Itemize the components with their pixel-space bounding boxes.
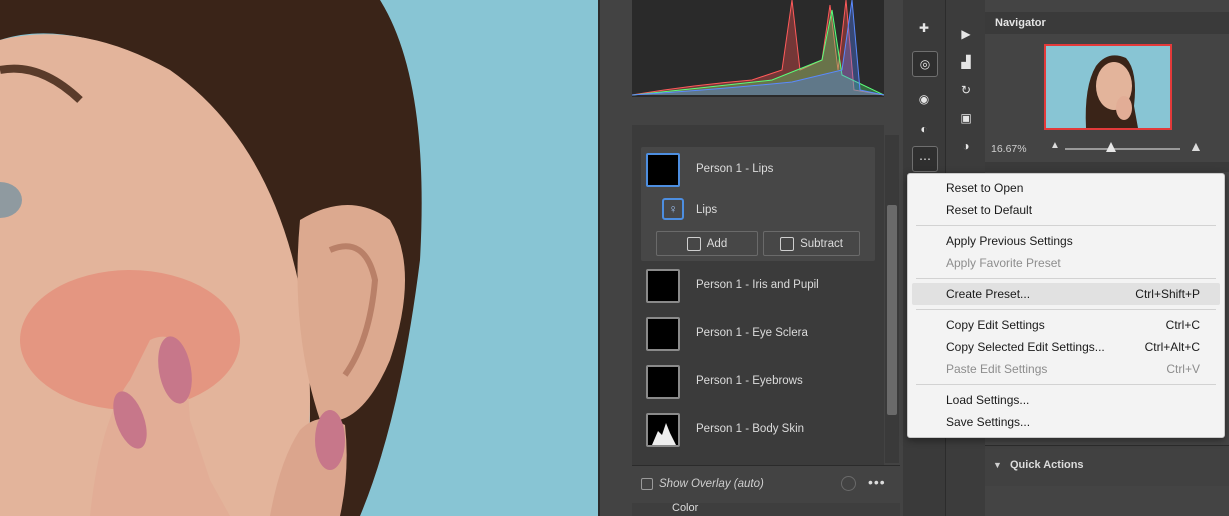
show-overlay-checkbox[interactable] — [641, 478, 653, 490]
mask-label: Person 1 - Eye Sclera — [696, 327, 808, 339]
menu-item-paste-edit-settings: Paste Edit Settings Ctrl+V — [946, 362, 1200, 376]
presets-icon[interactable]: ◐ — [912, 117, 936, 141]
zoom-slider-track[interactable] — [1065, 148, 1180, 150]
mask-thumbnail — [646, 365, 680, 399]
mask-row-eyebrows[interactable]: Person 1 - Eyebrows — [641, 362, 875, 406]
menu-separator — [916, 278, 1216, 279]
chevron-down-icon: ▼ — [993, 460, 1002, 470]
menu-item-apply-favorite: Apply Favorite Preset — [946, 256, 1061, 270]
masking-icon[interactable]: ◎ — [912, 51, 938, 77]
healing-brush-icon[interactable]: ✚ — [912, 16, 936, 40]
navigator-title: Navigator — [995, 17, 1046, 29]
navigator-preview — [1046, 46, 1170, 128]
panel-tabs — [985, 162, 1229, 172]
subtract-mask-icon — [780, 236, 795, 251]
navigator-header: Navigator — [985, 12, 1229, 34]
menu-separator — [916, 309, 1216, 310]
add-button[interactable]: Add — [656, 231, 758, 256]
mask-thumbnail — [646, 317, 680, 351]
mask-list-scrollbar[interactable] — [885, 135, 899, 463]
mask-row-iris[interactable]: Person 1 - Iris and Pupil — [641, 266, 875, 310]
zoom-level: 16.67% — [991, 143, 1027, 155]
body-skin-silhouette — [652, 423, 676, 445]
overlay-color-icon[interactable] — [841, 476, 856, 491]
menu-item-reset-to-open[interactable]: Reset to Open — [946, 178, 1200, 198]
histogram-footer — [632, 97, 884, 126]
mask-thumbnail — [646, 269, 680, 303]
history-icon[interactable]: ↻ — [954, 78, 978, 102]
menu-item-create-preset[interactable]: Create Preset... Ctrl+Shift+P — [946, 284, 1200, 304]
navigator-thumbnail[interactable] — [1044, 44, 1172, 130]
scrollbar-thumb[interactable] — [887, 205, 897, 415]
subtract-button[interactable]: Subtract — [763, 231, 860, 256]
portrait-photo — [0, 0, 598, 516]
histogram-icon[interactable]: ▟ — [954, 50, 978, 74]
snapshot-icon[interactable]: ▣ — [954, 106, 978, 130]
more-options-icon[interactable]: ⋯ — [912, 146, 938, 172]
color-section-header[interactable]: Color — [632, 502, 900, 516]
zoom-slider-handle[interactable] — [1106, 142, 1116, 152]
lips-component-icon[interactable]: ♀ — [662, 198, 684, 220]
histogram — [631, 0, 885, 97]
mask-label: Person 1 - Lips — [696, 163, 774, 175]
menu-item-copy-selected-edit-settings[interactable]: Copy Selected Edit Settings... Ctrl+Alt+C — [946, 337, 1200, 357]
red-eye-icon[interactable]: ◉ — [912, 87, 936, 111]
mask-row-sclera[interactable]: Person 1 - Eye Sclera — [641, 314, 875, 358]
menu-item-apply-previous[interactable]: Apply Previous Settings — [946, 231, 1200, 251]
adjustment-icon[interactable]: ◑ — [954, 134, 978, 158]
component-label: Lips — [696, 204, 718, 216]
mask-label: Person 1 - Body Skin — [696, 423, 805, 435]
play-icon[interactable]: ▶ — [954, 22, 978, 46]
zoom-in-icon[interactable]: ▲ — [1189, 138, 1203, 154]
menu-item-reset-to-default[interactable]: Reset to Default — [946, 200, 1200, 220]
mask-row-lips[interactable]: Person 1 - Lips — [641, 150, 875, 194]
mask-label: Person 1 - Iris and Pupil — [696, 279, 819, 291]
photo-canvas[interactable] — [0, 0, 598, 516]
mask-label: Person 1 - Eyebrows — [696, 375, 803, 387]
quick-actions-label: Quick Actions — [1010, 459, 1084, 471]
menu-separator — [916, 384, 1216, 385]
add-mask-icon — [686, 236, 701, 251]
histogram-graph — [631, 0, 885, 96]
show-overlay-label: Show Overlay (auto) — [659, 478, 764, 490]
menu-separator — [916, 225, 1216, 226]
menu-item-load-settings[interactable]: Load Settings... — [946, 390, 1200, 410]
context-menu: Reset to Open Reset to Default Apply Pre… — [907, 173, 1225, 438]
quick-actions-section[interactable]: ▼ Quick Actions — [985, 445, 1229, 486]
mask-thumbnail — [646, 153, 680, 187]
mask-thumbnail — [646, 413, 680, 447]
menu-item-copy-edit-settings[interactable]: Copy Edit Settings Ctrl+C — [946, 315, 1200, 335]
zoom-out-icon[interactable]: ▲ — [1050, 140, 1060, 151]
color-section-label: Color — [672, 502, 699, 514]
more-options-icon[interactable]: ••• — [868, 474, 886, 490]
mask-row-body-skin[interactable]: Person 1 - Body Skin — [641, 410, 875, 454]
menu-item-save-settings[interactable]: Save Settings... — [946, 412, 1200, 432]
